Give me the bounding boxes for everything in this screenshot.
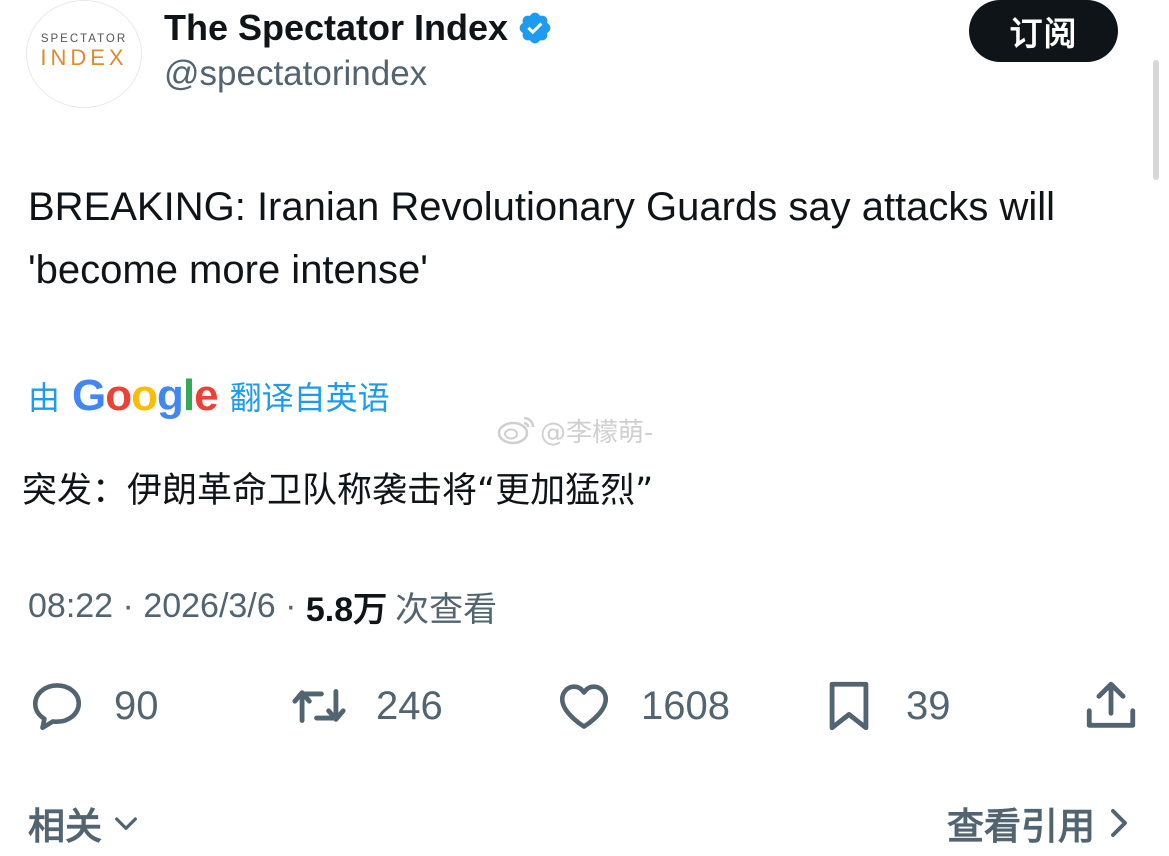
related-label: 相关 [28,805,102,848]
share-button[interactable] [1082,670,1140,742]
subscribe-button[interactable]: 订阅 [969,0,1118,62]
translated-text: 突发：伊朗革命卫队称袭击将“更加猛烈” [22,471,654,511]
retweet-button[interactable]: 246 [290,670,443,742]
retweet-icon [292,689,346,723]
share-icon [1086,681,1136,728]
google-logo: Google [72,371,219,421]
like-button[interactable]: 1608 [555,670,730,742]
translation-attribution[interactable]: 由 Google 翻译自英语 [28,368,390,424]
tweet-time[interactable]: 08:22 [28,587,113,626]
avatar-logo-line1: SPECTATOR [40,33,128,45]
views-label: 次查看 [395,590,498,629]
view-quotes-label: 查看引用 [947,805,1095,848]
bookmark-button[interactable]: 39 [820,670,951,742]
verified-badge-icon [519,12,551,44]
bookmark-icon [829,681,869,731]
tweet-meta: 08:22 · 2026/3/6 · 5.8万 次查看 [28,583,497,629]
weibo-icon [497,416,535,445]
watermark: @李檬萌- [496,410,653,450]
avatar-logo-line2: INDEX [40,45,128,70]
translation-suffix: 翻译自英语 [229,379,390,417]
meta-separator: · [113,586,144,625]
chevron-right-icon [1111,809,1127,837]
tweet-text: BREAKING: Iranian Revolutionary Guards s… [28,185,1056,292]
author-handle[interactable]: @spectatorindex [164,54,427,94]
view-quotes-link[interactable]: 查看引用 [947,796,1133,850]
like-count: 1608 [641,683,730,728]
avatar[interactable]: SPECTATOR INDEX [26,0,142,108]
google-letter: l [182,371,195,420]
heart-icon [559,684,609,729]
bookmark-count: 39 [906,683,951,728]
reply-count: 90 [114,683,159,728]
google-letter: g [157,371,184,420]
google-letter: o [105,371,132,420]
google-letter: o [131,371,158,420]
watermark-text: @李檬萌- [540,417,654,448]
views-count: 5.8万 [305,590,388,629]
display-name[interactable]: The Spectator Index [164,7,508,49]
reply-button[interactable]: 90 [28,670,159,742]
google-letter: G [72,371,106,420]
reply-icon [32,683,82,731]
tweet-date[interactable]: 2026/3/6 [143,587,275,626]
chevron-down-icon [115,817,137,830]
retweet-count: 246 [376,683,443,728]
related-toggle[interactable]: 相关 [28,796,142,850]
author-name-row: The Spectator Index [164,6,553,50]
scrollbar[interactable] [1153,60,1159,180]
action-bar: 90 246 1608 39 [0,670,1169,742]
meta-separator: · [275,586,306,625]
translation-prefix: 由 [28,379,61,417]
google-letter: e [194,371,219,420]
